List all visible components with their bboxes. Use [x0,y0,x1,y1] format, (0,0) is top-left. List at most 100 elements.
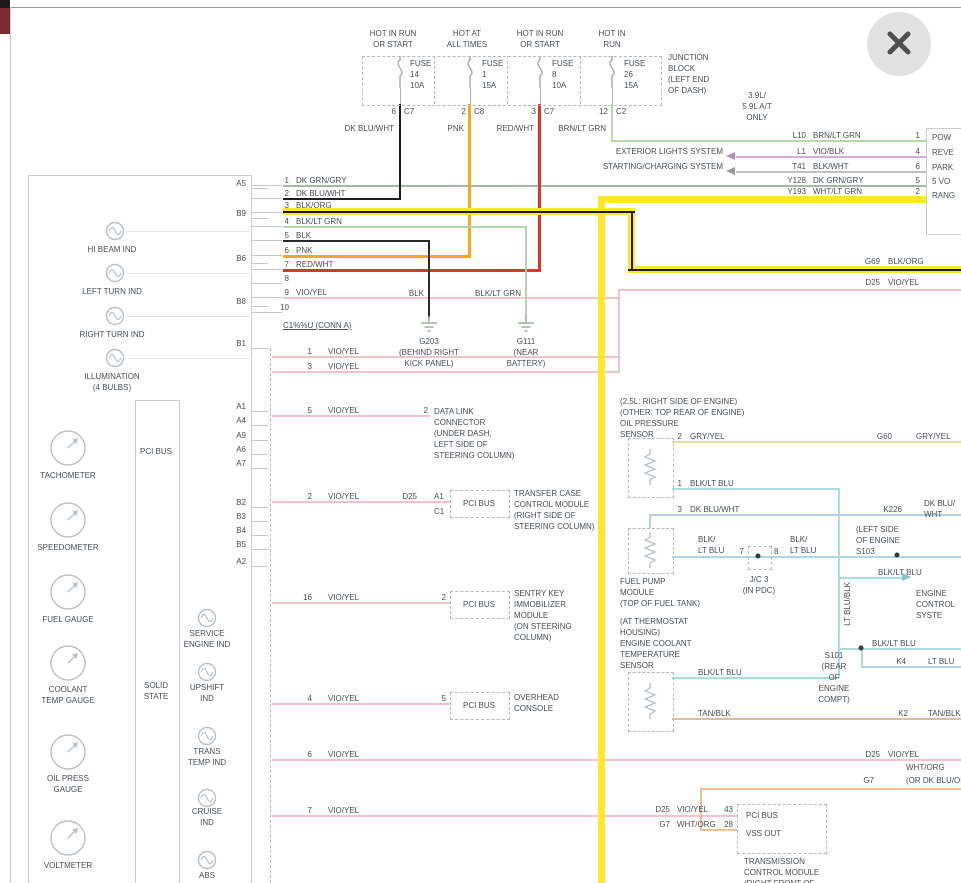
diagram-label: TRANSMISSION CONTROL MODULE (RIGHT FRONT… [744,856,819,883]
diagram-label: BLK/LT BLU [690,478,734,489]
diagram-label: B4 [236,525,246,536]
diagram-label: A6 [236,444,246,455]
wire-segment [428,240,430,318]
dashed-box [580,56,581,104]
diagram-label: A7 [236,458,246,469]
diagram-label: 7 [285,259,289,270]
diagram-label: VIO/YEL [888,749,919,760]
diagram-label: DATA LINK CONNECTOR (UNDER DASH, LEFT SI… [434,406,514,461]
diagram-label: B5 [236,539,246,550]
diagram-label: 1 [308,346,312,357]
diagram-label: 2 [285,188,289,199]
wire-segment [252,312,282,313]
diagram-label: WHT/ORG [906,762,945,773]
wire-segment [252,226,282,227]
diagram-label: B2 [236,497,246,508]
diagram-label: L1 [797,146,806,157]
diagram-label: J/C 3 (IN PDC) [743,574,775,596]
bulb-icon [195,662,219,682]
diagram-label: S101 (REAR OF ENGINE COMPT) [818,650,850,705]
diagram-label: BLK [409,288,424,299]
close-button[interactable] [867,12,931,76]
bulb-icon [195,726,219,746]
gauge-icon [48,572,88,612]
wire-segment [252,297,282,298]
diagram-label: BLK/WHT [813,161,849,172]
diagram-label: OVERHEAD CONSOLE [514,692,559,714]
diagram-label: FUSE 26 15A [624,58,645,91]
diagram-label: FUSE 1 15A [482,58,503,91]
diagram-label: UPSHIFT IND [190,682,224,704]
diagram-label: TRANS TEMP IND [188,746,226,768]
diagram-label: RED/WHT [497,123,534,134]
diagram-label: FUEL PUMP MODULE (TOP OF FUEL TANK) [620,576,700,609]
wire-segment [252,535,268,536]
diagram-label: VIO/YEL [296,287,327,298]
diagram-label: G203 (BEHIND RIGHT KICK PANEL) [399,336,459,369]
wire-segment [252,507,268,508]
diagram-label: 2 [424,405,428,416]
diagram-label: G7 [863,775,874,786]
diagram-label: VIO/YEL [328,693,359,704]
left-border [10,7,11,883]
corner-accent-red [0,8,10,34]
dot-icon [858,645,864,651]
diagram-label: WHT/LT GRN [813,186,862,197]
diagram-label: DK BLU/WHT [296,188,345,199]
diagram-label: FUEL GAUGE [42,614,93,625]
diagram-label: DK GRN/GRY [296,175,347,186]
fuse-icon [533,56,547,88]
diagram-label: BRN/LT GRN [813,130,861,141]
diagram-label: FUSE 8 10A [552,58,573,91]
diagram-label: PCI BUS [140,446,172,457]
diagram-label: 16 [303,592,312,603]
diagram-label: T41 [792,161,806,172]
diagram-label: TRANSFER CASE CONTROL MODULE (RIGHT SIDE… [514,488,594,532]
gauge-icon [48,818,88,858]
dot-icon [755,553,761,559]
diagram-label: 1 [678,478,682,489]
diagram-label: GRY/YEL [690,431,725,442]
wire-segment [525,226,527,318]
wire-segment [468,104,471,257]
diagram-label: (AT THERMOSTAT HOUSING) ENGINE COOLANT T… [620,616,692,671]
diagram-label: LEFT TURN IND [82,286,142,297]
dot-icon [894,552,900,558]
diagram-label: 5 [285,230,289,241]
res-icon [643,532,657,568]
diagram-label: VSS OUT [746,828,781,839]
wire-segment [283,297,620,299]
diagram-label: OIL PRESS GAUGE [47,773,89,795]
diagram-label: BLK/ORG [296,200,332,211]
diagram-label: FUSE 14 10A [410,58,431,91]
diagram-label: SENTRY KEY IMMOBILIZER MODULE (ON STEERI… [514,588,572,643]
diagram-label: 5 [308,405,312,416]
diagram-label: 28 [724,819,733,830]
wire-segment [649,514,651,528]
diagram-label: D25 [865,749,880,760]
diagram-label: PCI BUS [746,810,778,821]
diagram-label: 2 [916,186,920,197]
diagram-label: B9 [236,208,246,219]
diagram-label: CRUISE IND [192,806,222,828]
diagram-label: BLK/ LT BLU [790,534,816,556]
diagram-label: PNK [448,123,464,134]
diagram-label: ABS IND [199,870,215,883]
bulb-icon [103,221,127,241]
diagram-label: C7 [404,106,414,117]
diagram-label: BLK/LT GRN [475,288,521,299]
diagram-label: 6 [285,245,289,256]
diagram-label: WHT/ORG [677,819,716,830]
wiring-diagram-viewer: HOT IN RUN OR STARTHOT AT ALL TIMESHOT I… [0,0,961,883]
diagram-label: VIO/YEL [677,804,708,815]
diagram-label: RED/WHT [296,259,333,270]
diagram-label: DK BLU/WHT [345,123,394,134]
diagram-label: PCI BUS [463,700,495,711]
diagram-label: C2 [616,106,626,117]
diagram-label: 9 [285,287,289,298]
wire-segment [252,468,268,469]
wire-segment [399,104,401,200]
gauge-icon [48,500,88,540]
corner-accent-black [0,0,10,8]
diagram-label: EXTERIOR LIGHTS SYSTEM [616,146,723,157]
